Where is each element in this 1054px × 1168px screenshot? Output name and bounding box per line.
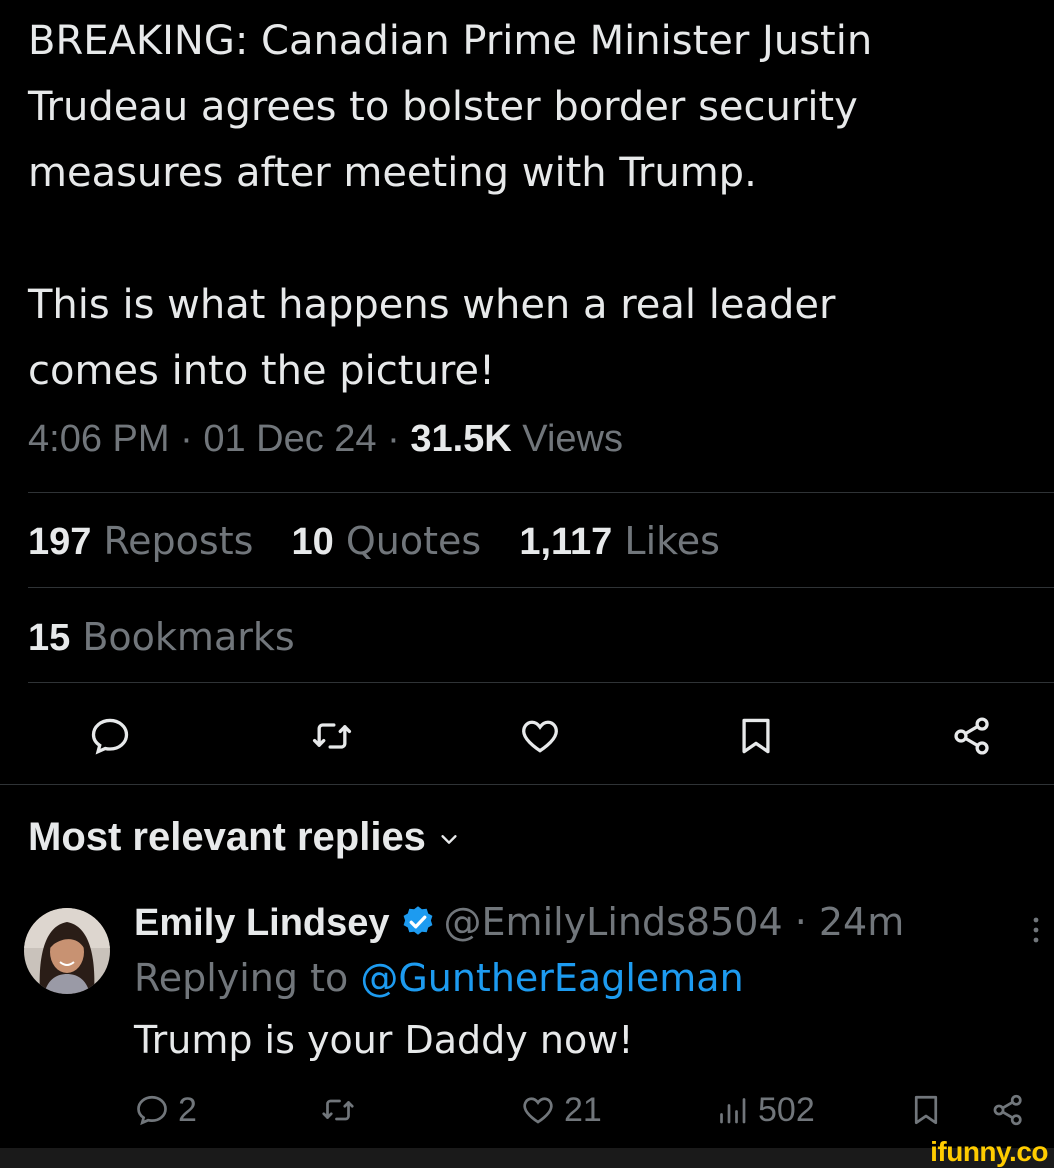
avatar[interactable]: [24, 908, 110, 994]
replies-sort-dropdown[interactable]: Most relevant replies: [28, 812, 460, 862]
reposts-label: Reposts: [91, 519, 254, 563]
bookmark-button[interactable]: [734, 714, 778, 758]
likes-count: 1,117: [519, 521, 613, 563]
tweet-text-line: measures after meeting with Trump.: [28, 150, 757, 196]
reply-view-count: 502: [758, 1090, 815, 1129]
like-icon: [523, 1097, 553, 1124]
tweet-date[interactable]: 01 Dec 24: [203, 418, 376, 460]
bookmark-icon: [914, 1095, 938, 1125]
divider: [28, 587, 1054, 588]
views-count: 31.5K: [410, 418, 512, 460]
divider: [28, 492, 1054, 493]
tweet-text-line: BREAKING: Canadian Prime Minister Justin: [28, 18, 873, 64]
share-icon: [993, 1094, 1022, 1126]
share-icon: [954, 717, 989, 755]
bookmarks-count: 15: [28, 617, 71, 659]
tweet-stats: 197 Reposts 10 Quotes 1,117 Likes: [28, 516, 746, 567]
repost-icon: [322, 1099, 354, 1121]
reposts-count: 197: [28, 521, 92, 563]
likes-stat[interactable]: 1,117 Likes: [519, 519, 720, 563]
divider: [28, 682, 1054, 683]
reply-views-button[interactable]: 502: [714, 1086, 815, 1134]
avatar-image: [24, 908, 110, 994]
bookmarks-stat[interactable]: 15 Bookmarks: [28, 612, 295, 663]
like-button[interactable]: [518, 714, 562, 758]
meta-separator: ·: [376, 418, 411, 460]
likes-label: Likes: [612, 519, 720, 563]
watermark: ifunny.co: [930, 1136, 1048, 1167]
section-title: Most relevant replies: [28, 815, 426, 859]
quotes-count: 10: [291, 521, 334, 563]
divider: [0, 784, 1054, 785]
reply-reply-count: 2: [178, 1090, 197, 1129]
footer-bar: [0, 1148, 1054, 1168]
quotes-label: Quotes: [333, 519, 482, 563]
reply-like-count: 21: [564, 1090, 602, 1129]
reply-like-button[interactable]: 21: [520, 1086, 602, 1134]
reply-author-handle[interactable]: @EmilyLinds8504: [444, 900, 783, 944]
reply-repost-button[interactable]: [320, 1086, 356, 1134]
reply-share-button[interactable]: [990, 1086, 1026, 1134]
tweet-text-line: Trudeau agrees to bolster border securit…: [28, 84, 858, 130]
like-icon: [522, 720, 558, 753]
chevron-down-icon: [441, 835, 457, 845]
reply-reply-button[interactable]: 2: [134, 1086, 197, 1134]
repost-button[interactable]: [310, 714, 354, 758]
tweet-text-line: This is what happens when a real leader: [28, 282, 836, 328]
reply-bookmark-button[interactable]: [908, 1086, 944, 1134]
more-vertical-icon: [1033, 917, 1039, 943]
more-options-button[interactable]: [1030, 912, 1042, 948]
reply-button[interactable]: [88, 714, 132, 758]
share-button[interactable]: [950, 714, 994, 758]
replying-prefix: Replying to: [134, 956, 361, 1000]
views-chart-icon: [720, 1098, 746, 1124]
quotes-stat[interactable]: 10 Quotes: [292, 519, 482, 563]
replying-mention-link[interactable]: @GuntherEagleman: [360, 956, 743, 1000]
verified-badge-icon: [403, 906, 432, 935]
reply-header: Emily Lindsey @EmilyLinds8504 · 24m: [134, 896, 904, 949]
repost-icon: [312, 723, 352, 749]
meta-separator: ·: [782, 900, 819, 944]
replying-to: Replying to @GuntherEagleman: [134, 952, 744, 1004]
views-label: Views: [511, 418, 623, 460]
tweet-time[interactable]: 4:06 PM: [28, 418, 170, 460]
reply-author-name[interactable]: Emily Lindsey: [134, 902, 390, 944]
tweet-text: BREAKING: Canadian Prime Minister Justin…: [28, 8, 1038, 404]
meta-separator: ·: [169, 418, 204, 460]
reply-text: Trump is your Daddy now!: [134, 1018, 634, 1062]
reply-icon: [91, 718, 129, 755]
reposts-stat[interactable]: 197 Reposts: [28, 519, 253, 563]
reply-icon: [137, 1095, 167, 1126]
tweet-text-line: comes into the picture!: [28, 348, 496, 394]
bookmark-icon: [742, 718, 770, 754]
bookmarks-label: Bookmarks: [70, 615, 295, 659]
tweet-meta: 4:06 PM · 01 Dec 24 · 31.5K Views: [28, 414, 623, 464]
reply-time[interactable]: 24m: [819, 900, 904, 944]
